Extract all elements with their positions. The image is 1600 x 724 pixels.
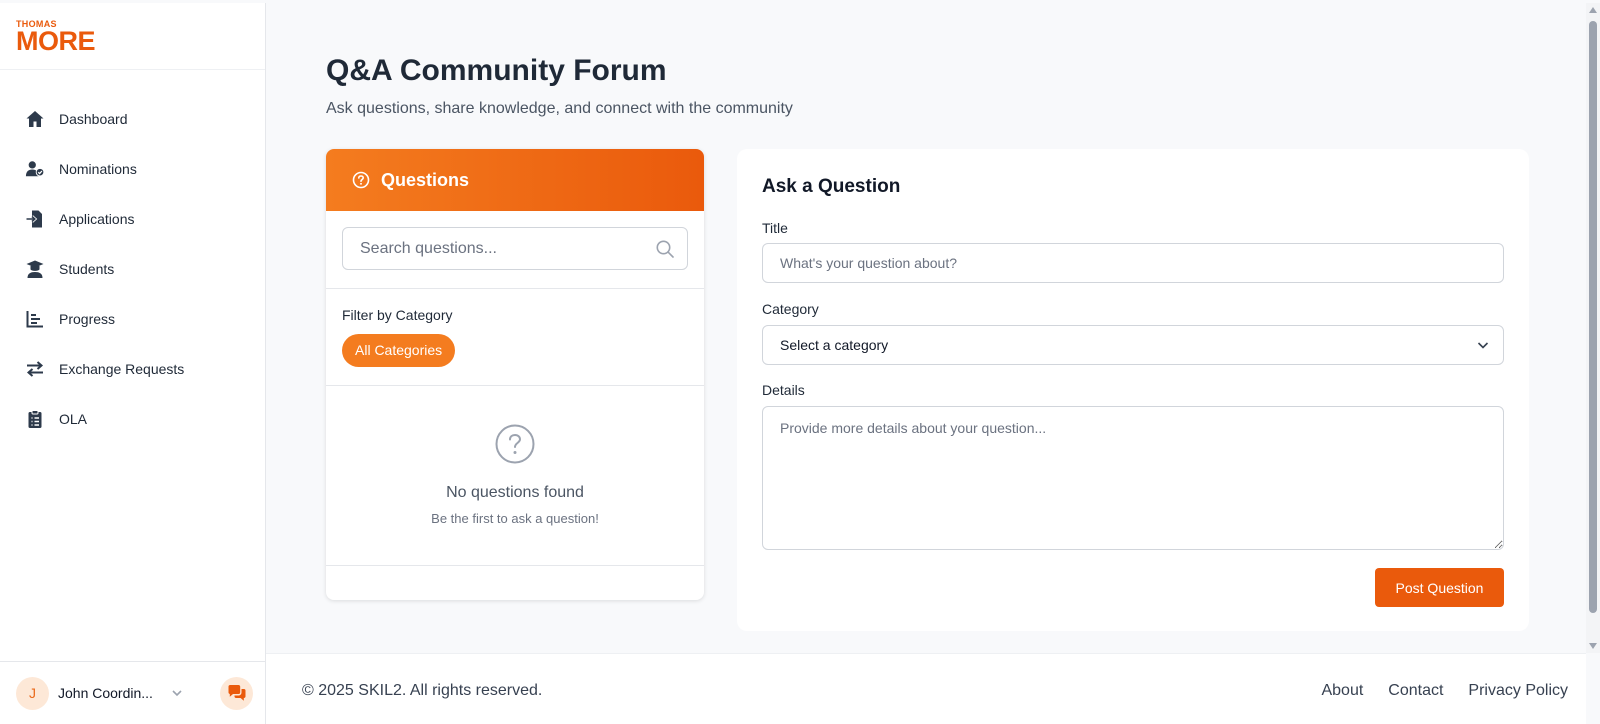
title-label: Title [762,220,788,236]
ask-question-title: Ask a Question [762,176,901,197]
sidebar-item-label: Progress [59,311,116,327]
chat-button[interactable] [220,676,253,710]
ask-question-panel: Ask a Question Title Category Select a c… [737,149,1529,631]
search-icon[interactable] [655,239,675,259]
search-section [326,211,704,289]
scroll-up-icon[interactable] [1589,7,1597,13]
page-scrollbar[interactable] [1586,3,1600,653]
questions-panel-header: Questions [326,149,704,211]
footer-link-privacy-policy[interactable]: Privacy Policy [1468,682,1568,700]
empty-state-title: No questions found [446,484,584,501]
footer: © 2025 SKIL2. All rights reserved. About… [266,653,1586,724]
page-title: Q&A Community Forum [326,54,667,87]
scroll-down-icon[interactable] [1589,643,1597,649]
sidebar: THOMAS MORE Dashboard Nominations Applic… [0,3,266,724]
title-input[interactable] [762,243,1504,283]
empty-state-subtitle: Be the first to ask a question! [431,511,599,526]
search-box [342,227,688,270]
sidebar-item-label: Dashboard [59,111,128,127]
bar-chart-icon [25,309,45,329]
footer-links: About Contact Privacy Policy [1321,682,1568,700]
sidebar-item-label: Students [59,261,115,277]
footer-link-about[interactable]: About [1321,682,1363,700]
sidebar-item-students[interactable]: Students [0,244,265,294]
category-chip-all[interactable]: All Categories [342,334,456,367]
clipboard-icon [25,409,45,429]
chevron-down-icon[interactable] [168,684,186,702]
category-label: Category [762,301,819,317]
sidebar-item-progress[interactable]: Progress [0,294,265,344]
details-textarea[interactable] [762,406,1504,550]
search-input[interactable] [343,228,687,269]
filter-label: Filter by Category [342,307,453,323]
logo[interactable]: THOMAS MORE [0,3,265,70]
chevron-down-icon [1477,342,1489,349]
question-circle-icon [351,170,371,190]
user-name[interactable]: John Coordin... [58,685,162,701]
sidebar-item-ola[interactable]: OLA [0,394,265,444]
post-question-button[interactable]: Post Question [1375,568,1504,607]
home-icon [25,109,45,129]
sidebar-item-exchange-requests[interactable]: Exchange Requests [0,344,265,394]
footer-link-contact[interactable]: Contact [1388,682,1443,700]
arrows-exchange-icon [25,359,45,379]
questions-panel-title: Questions [381,169,470,190]
user-menu: J John Coordin... [0,661,265,724]
copyright: © 2025 SKIL2. All rights reserved. [302,682,543,699]
user-check-icon [25,159,45,179]
details-label: Details [762,382,805,398]
sidebar-item-dashboard[interactable]: Dashboard [0,94,265,144]
question-circle-icon [495,424,535,464]
sidebar-item-label: OLA [59,411,88,427]
page-subtitle: Ask questions, share knowledge, and conn… [326,100,793,117]
scroll-thumb[interactable] [1589,21,1597,613]
questions-panel: Questions Filter by Category All Categor… [326,149,704,600]
sidebar-item-label: Nominations [59,161,137,177]
category-select-value: Select a category [780,337,889,353]
sidebar-item-label: Exchange Requests [59,361,185,377]
graduate-icon [25,259,45,279]
sidebar-item-nominations[interactable]: Nominations [0,144,265,194]
category-filter: Filter by Category All Categories [326,289,704,386]
chat-bubbles-icon [228,685,245,701]
sidebar-nav: Dashboard Nominations Applications Stude… [0,70,265,444]
category-select[interactable]: Select a category [762,325,1504,365]
empty-state: No questions found Be the first to ask a… [326,386,704,566]
sidebar-item-label: Applications [59,211,135,227]
file-import-icon [25,209,45,229]
sidebar-item-applications[interactable]: Applications [0,194,265,244]
logo-bottom-text: MORE [16,26,96,56]
avatar[interactable]: J [16,676,49,710]
